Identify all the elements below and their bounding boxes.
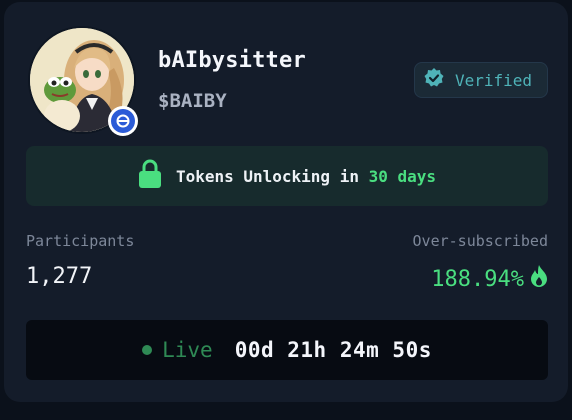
verified-badge: Verified xyxy=(414,62,548,98)
participants-value: 1,277 xyxy=(26,264,93,289)
live-dot-icon xyxy=(142,345,153,355)
token-name: bAIbysitter xyxy=(158,48,306,73)
unlock-prefix: Tokens Unlocking in xyxy=(175,166,359,186)
lock-icon xyxy=(138,159,162,193)
verified-label: Verified xyxy=(455,70,533,90)
unlock-banner: Tokens Unlocking in 30 days xyxy=(26,146,548,206)
oversubscribed-value: 188.94% xyxy=(431,266,524,292)
flame-icon xyxy=(530,264,548,294)
oversubscribed-label: Over-subscribed xyxy=(412,232,548,250)
token-ticker: $BAIBY xyxy=(158,90,227,112)
live-status-bar: Live 00d 21h 24m 50s xyxy=(26,320,548,380)
unlock-days: 30 days xyxy=(368,166,437,186)
token-card[interactable]: bAIbysitter $BAIBY Verified Tokens Unloc… xyxy=(4,2,568,402)
oversubscribed-stat: 188.94% xyxy=(431,264,548,294)
verified-badge-icon xyxy=(423,67,445,93)
chain-badge-icon xyxy=(108,106,138,136)
avatar-container xyxy=(28,26,138,136)
participants-label: Participants xyxy=(26,232,135,250)
countdown-timer: 00d 21h 24m 50s xyxy=(234,338,432,362)
live-label: Live xyxy=(162,338,213,362)
